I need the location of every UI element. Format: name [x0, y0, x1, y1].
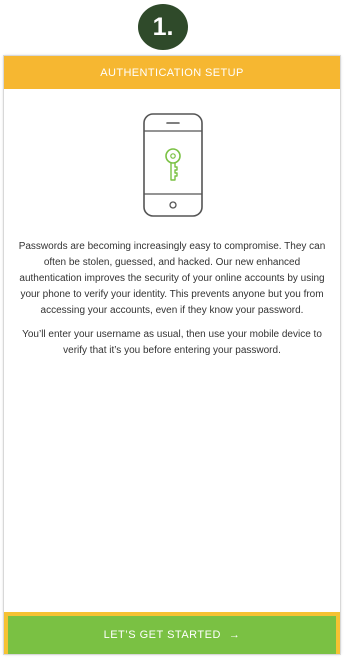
auth-setup-panel: AUTHENTICATION SETUP Passwords are becom… [4, 56, 340, 654]
arrow-right-icon: → [228, 629, 241, 641]
get-started-button[interactable]: LET’S GET STARTED → [8, 616, 336, 654]
step-number-badge: 1. [138, 4, 188, 50]
step-number-label: 1. [152, 12, 174, 41]
description-paragraph-1: Passwords are becoming increasingly easy… [18, 241, 326, 316]
page-title: AUTHENTICATION SETUP [100, 66, 244, 79]
get-started-label: LET’S GET STARTED [103, 629, 221, 641]
cta-footer: LET’S GET STARTED → [4, 612, 340, 654]
phone-with-key-icon [143, 113, 203, 217]
description: Passwords are becoming increasingly easy… [16, 239, 328, 367]
header-bar: AUTHENTICATION SETUP [4, 56, 340, 89]
description-paragraph-2: You’ll enter your username as usual, the… [22, 329, 322, 356]
